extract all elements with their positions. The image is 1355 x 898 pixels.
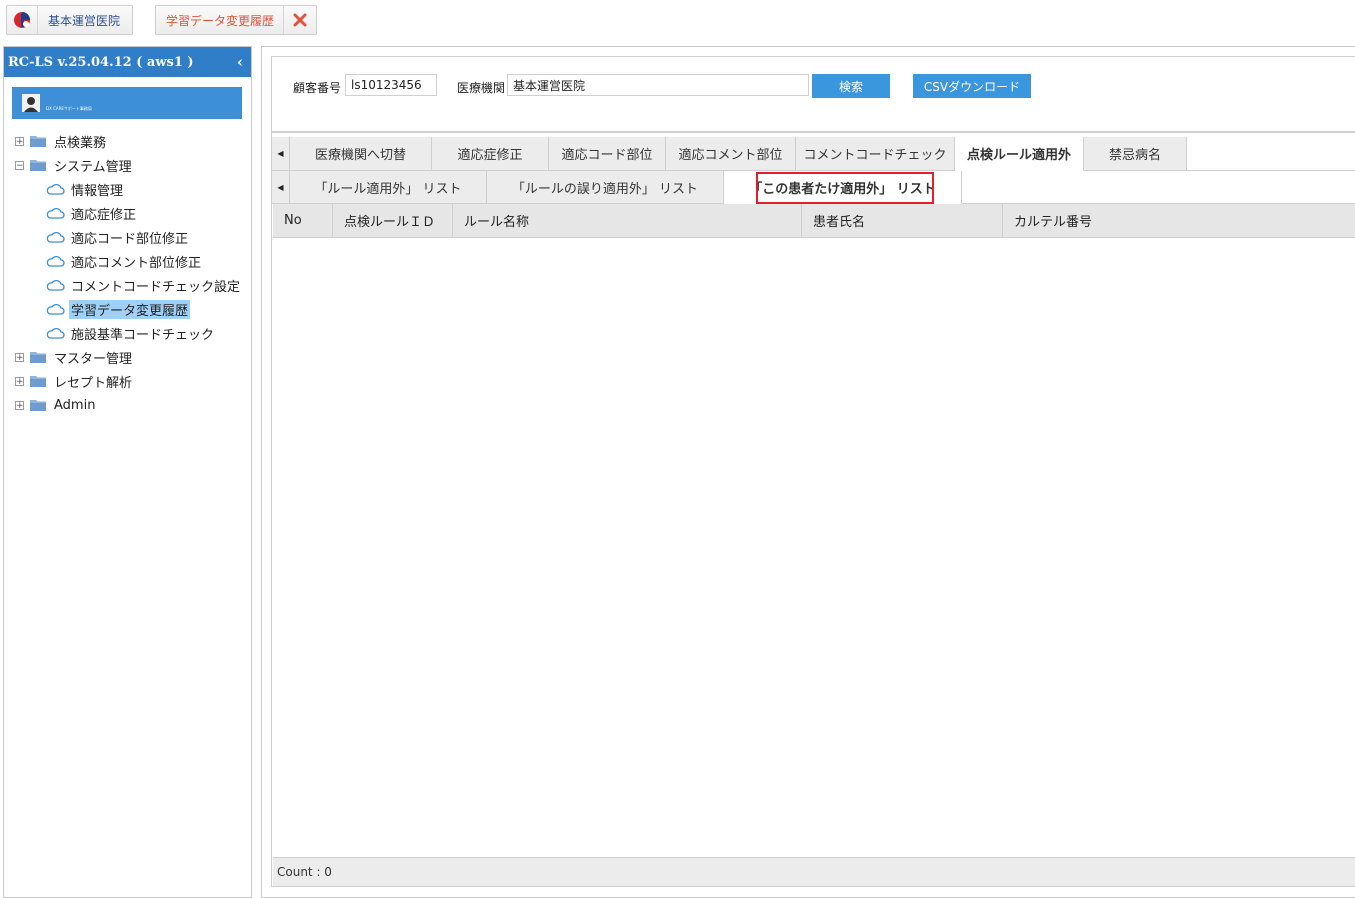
tree-item-label: 適応コード部位修正 xyxy=(71,231,189,247)
tab-comment-site[interactable]: 適応コメント部位 xyxy=(666,137,796,171)
active-subtab-highlight xyxy=(756,172,934,204)
cloud-icon xyxy=(46,255,65,267)
cloud-icon xyxy=(46,279,65,291)
tree-leaf-item[interactable]: 適応症修正 xyxy=(46,202,138,224)
column-header-chart-number[interactable]: カルテル番号 xyxy=(1003,204,1355,237)
tree-item-label: マスター管理 xyxy=(54,351,133,367)
expand-icon[interactable]: + xyxy=(15,376,24,386)
tree-leaf-item[interactable]: 情報管理 xyxy=(46,178,125,200)
folder-icon xyxy=(30,400,46,411)
main-tab-bar: ◀ 医療機関へ切替 適応症修正 適応コード部位 適応コメント部位 コメントコード… xyxy=(272,137,1355,171)
folder-icon xyxy=(30,376,46,387)
tab-scroll-left-icon[interactable]: ◀ xyxy=(272,137,290,171)
tab-indication-fix[interactable]: 適応症修正 xyxy=(432,137,549,171)
tab-comment-code-check[interactable]: コメントコードチェック xyxy=(796,137,955,171)
grid-footer: Count : 0 xyxy=(273,857,1355,886)
tree-folder-item[interactable]: − システム管理 xyxy=(15,154,134,176)
app-logo-icon xyxy=(7,6,38,34)
history-tab-label: 学習データ変更履歴 xyxy=(166,13,275,28)
tree-item-label: システム管理 xyxy=(54,159,132,175)
tree-leaf-item[interactable]: 施設基準コードチェック xyxy=(46,322,216,344)
folder-icon xyxy=(30,136,46,147)
user-caption: DX CAREサポート事務局 xyxy=(46,106,92,111)
institution-label: 医療機関 xyxy=(457,81,506,95)
home-tab-label: 基本運営医院 xyxy=(48,13,121,28)
subtab-scroll-left-icon[interactable]: ◀ xyxy=(272,171,290,204)
subtab-rule-exclusion-list[interactable]: 「ルール適用外」 リスト xyxy=(290,171,487,204)
tree-leaf-item[interactable]: 適応コメント部位修正 xyxy=(46,250,203,272)
tree-item-label: 学習データ変更履歴 xyxy=(69,299,191,319)
row-count: Count : 0 xyxy=(277,865,332,879)
expand-icon[interactable]: + xyxy=(15,136,24,146)
tree-item-label: コメントコードチェック設定 xyxy=(71,279,241,295)
tree-folder-item[interactable]: + Admin xyxy=(15,394,97,416)
tree-item-label: 情報管理 xyxy=(71,183,124,199)
column-header-patient-name[interactable]: 患者氏名 xyxy=(802,204,1003,237)
grid-body xyxy=(273,238,1355,857)
tree-folder-item[interactable]: + レセプト解析 xyxy=(15,370,134,392)
sidebar-header: RC-LS v.25.04.12 ( aws1 ) ‹ xyxy=(4,47,251,77)
cloud-icon xyxy=(46,183,65,195)
tree-folder-item[interactable]: + 点検業務 xyxy=(15,130,108,152)
expand-icon[interactable]: + xyxy=(15,400,24,410)
search-panel: 顧客番号 医療機関 検索 CSVダウンロード xyxy=(271,56,1355,132)
tree-item-label: Admin xyxy=(54,397,96,413)
cloud-icon xyxy=(46,231,65,243)
subtab-rule-error-list[interactable]: 「ルールの誤り適用外」 リスト xyxy=(487,171,724,204)
tree-item-label: 適応コメント部位修正 xyxy=(71,255,202,271)
tree-item-label: レセプト解析 xyxy=(54,375,133,391)
collapse-icon[interactable]: − xyxy=(15,160,24,170)
tab-rule-exclusion[interactable]: 点検ルール適用外 xyxy=(955,137,1084,171)
grid-header: No 点検ルールＩＤ ルール名称 患者氏名 カルテル番号 xyxy=(273,204,1355,238)
home-tab[interactable]: 基本運営医院 xyxy=(6,5,133,35)
tree-item-label: 点検業務 xyxy=(54,135,107,151)
history-tab[interactable]: 学習データ変更履歴 xyxy=(155,5,317,35)
app-version-title: RC-LS v.25.04.12 ( aws1 ) xyxy=(8,54,194,70)
collapse-sidebar-icon[interactable]: ‹ xyxy=(237,54,243,70)
tree-leaf-item[interactable]: 学習データ変更履歴 xyxy=(46,298,191,320)
cloud-icon xyxy=(46,207,65,219)
folder-icon xyxy=(30,352,46,363)
column-header-no[interactable]: No xyxy=(273,204,333,237)
tab-bar-filler xyxy=(1187,137,1355,171)
tree-leaf-item[interactable]: コメントコードチェック設定 xyxy=(46,274,242,296)
user-banner: DX CAREサポート事務局 xyxy=(12,87,242,119)
column-header-rule-name[interactable]: ルール名称 xyxy=(453,204,802,237)
column-header-rule-id[interactable]: 点検ルールＩＤ xyxy=(333,204,453,237)
customer-number-label: 顧客番号 xyxy=(293,81,342,95)
customer-number-input[interactable] xyxy=(345,74,437,96)
tree-leaf-item[interactable]: 適応コード部位修正 xyxy=(46,226,190,248)
avatar xyxy=(22,94,40,112)
subtab-bar-filler xyxy=(962,171,1355,204)
tab-contraindication[interactable]: 禁忌病名 xyxy=(1084,137,1187,171)
tab-code-site[interactable]: 適応コード部位 xyxy=(549,137,666,171)
search-button[interactable]: 検索 xyxy=(812,74,890,98)
tab-switch-institution[interactable]: 医療機関へ切替 xyxy=(290,137,432,171)
tree-folder-item[interactable]: + マスター管理 xyxy=(15,346,134,368)
close-icon[interactable] xyxy=(283,6,316,34)
sidebar: RC-LS v.25.04.12 ( aws1 ) ‹ DX CAREサポート事… xyxy=(3,46,252,898)
folder-icon xyxy=(30,160,46,171)
tree-item-label: 施設基準コードチェック xyxy=(71,327,215,343)
cloud-icon xyxy=(46,327,65,339)
csv-download-button[interactable]: CSVダウンロード xyxy=(913,74,1031,98)
expand-icon[interactable]: + xyxy=(15,352,24,362)
cloud-icon xyxy=(46,303,65,315)
institution-input[interactable] xyxy=(507,74,809,96)
tree-item-label: 適応症修正 xyxy=(71,207,137,223)
